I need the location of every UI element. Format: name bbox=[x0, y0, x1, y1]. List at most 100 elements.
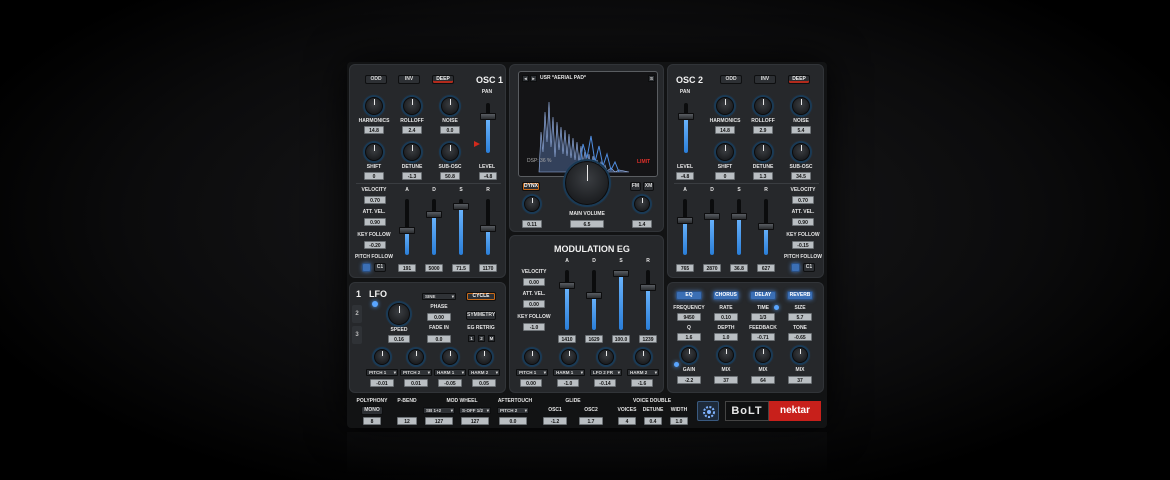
osc1-inv-button[interactable]: INV bbox=[398, 75, 420, 84]
mod-wheel-dest2-select[interactable]: S-OFF 1/2 bbox=[459, 407, 491, 414]
harmonics-value[interactable]: 14.8 bbox=[364, 126, 384, 134]
lfo-shape-select[interactable]: SINE bbox=[422, 293, 456, 300]
mod-wheel-dest1-value[interactable]: 127 bbox=[425, 417, 453, 425]
key-follow-value[interactable]: -0.20 bbox=[364, 241, 386, 249]
fm-knob[interactable] bbox=[634, 196, 650, 212]
fm-value[interactable]: 1.4 bbox=[632, 220, 652, 228]
mod-eg-s-fader[interactable] bbox=[613, 270, 629, 330]
velocity-value[interactable]: 0.70 bbox=[364, 196, 386, 204]
detune-knob[interactable] bbox=[403, 143, 421, 161]
osc2-odd-button[interactable]: ODD bbox=[720, 75, 742, 84]
lfo-cycle-button[interactable]: CYCLE bbox=[466, 292, 496, 301]
level-value[interactable]: -4.8 bbox=[479, 172, 497, 180]
lfo-symmetry-button[interactable]: SYMMETRY bbox=[466, 311, 496, 320]
lfo-tab-2[interactable]: 2 bbox=[352, 305, 362, 323]
aftertouch-select[interactable]: PITCH 2 bbox=[497, 407, 529, 414]
adsr-a-value[interactable]: 191 bbox=[398, 264, 416, 272]
delay-mix-value[interactable]: 64 bbox=[751, 376, 775, 384]
adsr-r-fader[interactable] bbox=[480, 199, 496, 255]
lfo-dest3-select[interactable]: HARM 1 bbox=[434, 369, 466, 376]
delay-time-value[interactable]: 1/3 bbox=[751, 313, 775, 321]
osc2-velocity-value[interactable]: 0.70 bbox=[792, 196, 814, 204]
lfo-dest2-value[interactable]: 0.01 bbox=[404, 379, 428, 387]
osc2-att-vel-value[interactable]: 0.90 bbox=[792, 218, 814, 226]
detune-value[interactable]: -1.3 bbox=[402, 172, 422, 180]
adsr-d-fader[interactable] bbox=[426, 199, 442, 255]
lfo-dest4-value[interactable]: 0.05 bbox=[472, 379, 496, 387]
delay-mix-knob[interactable] bbox=[755, 347, 771, 363]
dynx-value[interactable]: 0.11 bbox=[522, 220, 542, 228]
lfo-dest2-knob[interactable] bbox=[408, 349, 424, 365]
osc2-rolloff-knob[interactable] bbox=[754, 97, 772, 115]
mod-eg-velocity-value[interactable]: 0.00 bbox=[523, 278, 545, 286]
mod-eg-dest2-knob[interactable] bbox=[561, 349, 577, 365]
pitch-follow-toggle[interactable] bbox=[362, 263, 371, 272]
lfo-dest3-value[interactable]: -0.05 bbox=[438, 379, 462, 387]
reverb-mix-knob[interactable] bbox=[792, 347, 808, 363]
osc2-adsr-d-fader[interactable] bbox=[704, 199, 720, 255]
osc2-level-fader[interactable] bbox=[678, 103, 694, 153]
mod-eg-d-fader[interactable] bbox=[586, 270, 602, 330]
settings-gear-icon[interactable] bbox=[697, 401, 719, 421]
pbend-value[interactable]: 12 bbox=[397, 417, 417, 425]
osc2-noise-value[interactable]: 5.4 bbox=[791, 126, 811, 134]
shift-value[interactable]: 0 bbox=[364, 172, 384, 180]
osc2-shift-knob[interactable] bbox=[716, 143, 734, 161]
dynx-button[interactable]: DYNX bbox=[522, 182, 540, 191]
mod-eg-dest1-value[interactable]: 0.00 bbox=[520, 379, 542, 387]
chorus-mix-value[interactable]: 37 bbox=[714, 376, 738, 384]
osc2-pitch-follow-c1[interactable]: C1 bbox=[803, 263, 815, 272]
osc2-adsr-r-value[interactable]: 627 bbox=[757, 264, 775, 272]
chorus-button[interactable]: CHORUS bbox=[713, 291, 739, 300]
reverb-size-value[interactable]: 5.7 bbox=[788, 313, 812, 321]
noise-value[interactable]: 0.0 bbox=[440, 126, 460, 134]
lfo-retrig-2[interactable]: 2 bbox=[478, 335, 485, 342]
lfo-dest3-knob[interactable] bbox=[442, 349, 458, 365]
osc2-detune-knob[interactable] bbox=[754, 143, 772, 161]
reverb-button[interactable]: REVERB bbox=[787, 291, 813, 300]
rolloff-knob[interactable] bbox=[403, 97, 421, 115]
osc2-harmonics-knob[interactable] bbox=[716, 97, 734, 115]
osc2-deep-button[interactable]: DEEP bbox=[788, 75, 810, 84]
delay-sync-led[interactable] bbox=[774, 305, 779, 310]
adsr-a-fader[interactable] bbox=[399, 199, 415, 255]
rolloff-value[interactable]: 2.4 bbox=[402, 126, 422, 134]
eq-frequency-value[interactable]: 9450 bbox=[677, 313, 701, 321]
osc2-harmonics-value[interactable]: 14.8 bbox=[715, 126, 735, 134]
aftertouch-value[interactable]: 0.0 bbox=[499, 417, 527, 425]
glide-osc2-value[interactable]: 1.7 bbox=[579, 417, 603, 425]
chorus-rate-value[interactable]: 0.10 bbox=[714, 313, 738, 321]
osc2-pitch-follow-toggle[interactable] bbox=[791, 263, 800, 272]
adsr-s-fader[interactable] bbox=[453, 199, 469, 255]
voices-value[interactable]: 4 bbox=[618, 417, 636, 425]
chorus-mix-knob[interactable] bbox=[718, 347, 734, 363]
lfo-fade-in-value[interactable]: 0.0 bbox=[427, 335, 451, 343]
osc2-shift-value[interactable]: 0 bbox=[715, 172, 735, 180]
main-volume-value[interactable]: 6.5 bbox=[570, 220, 604, 228]
mod-eg-dest2-select[interactable]: HARM 1 bbox=[553, 369, 585, 376]
width-value[interactable]: 1.0 bbox=[670, 417, 688, 425]
lfo-dest4-select[interactable]: HARM 2 bbox=[468, 369, 500, 376]
mod-eg-d-value[interactable]: 1629 bbox=[585, 335, 603, 343]
polyphony-value[interactable]: 8 bbox=[363, 417, 381, 425]
lfo-speed-value[interactable]: 0.16 bbox=[388, 335, 410, 343]
dynx-knob[interactable] bbox=[524, 196, 540, 212]
mod-eg-att-vel-value[interactable]: 0.00 bbox=[523, 300, 545, 308]
osc2-adsr-a-fader[interactable] bbox=[677, 199, 693, 255]
glide-osc1-value[interactable]: -1.2 bbox=[543, 417, 567, 425]
mod-wheel-dest1-select[interactable]: SB 1+2 bbox=[423, 407, 455, 414]
mod-eg-s-value[interactable]: 100.0 bbox=[612, 335, 630, 343]
osc2-adsr-s-fader[interactable] bbox=[731, 199, 747, 255]
mod-eg-dest3-value[interactable]: -0.14 bbox=[594, 379, 616, 387]
osc2-adsr-a-value[interactable]: 765 bbox=[676, 264, 694, 272]
chorus-depth-value[interactable]: 1.0 bbox=[714, 333, 738, 341]
mod-eg-r-value[interactable]: 1239 bbox=[639, 335, 657, 343]
lfo-dest1-select[interactable]: PITCH 1 bbox=[366, 369, 398, 376]
lfo-retrig-1[interactable]: 1 bbox=[468, 335, 475, 342]
mod-eg-a-value[interactable]: 1410 bbox=[558, 335, 576, 343]
delay-feedback-value[interactable]: -0.71 bbox=[751, 333, 775, 341]
mod-eg-key-follow-value[interactable]: -1.0 bbox=[523, 323, 545, 331]
osc2-sub-osc-value[interactable]: 34.5 bbox=[791, 172, 811, 180]
osc1-odd-button[interactable]: ODD bbox=[365, 75, 387, 84]
sub-osc-knob[interactable] bbox=[441, 143, 459, 161]
